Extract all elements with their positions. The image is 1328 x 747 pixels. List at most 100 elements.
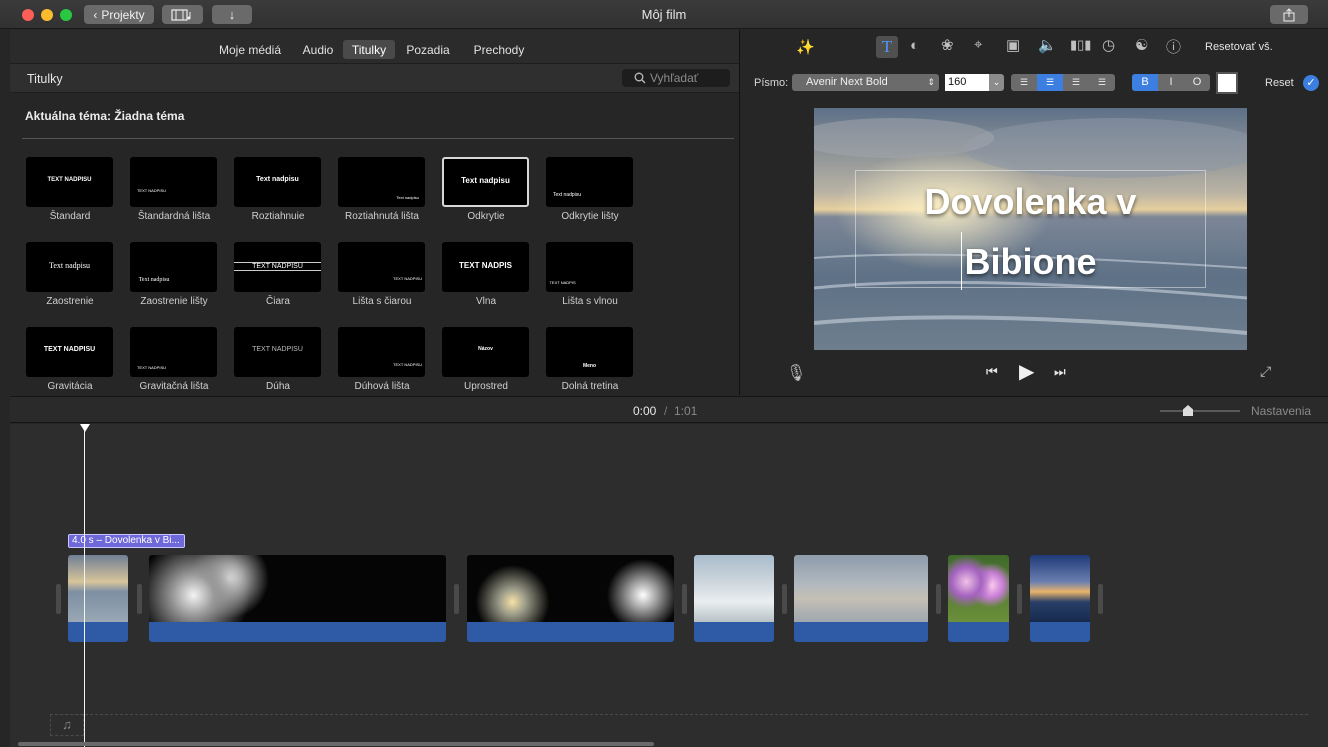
- music-track[interactable]: [50, 714, 1308, 715]
- video-clip[interactable]: [68, 555, 128, 642]
- title-label: Odkrytie: [467, 211, 505, 222]
- play-icon[interactable]: ▶: [1019, 359, 1034, 384]
- clip-gap: [1098, 584, 1103, 614]
- video-clip[interactable]: [948, 555, 1009, 642]
- title-label: Vlna: [475, 296, 496, 307]
- clip-thumbnail: [948, 555, 1009, 622]
- title-text-line1[interactable]: Dovolenka v: [814, 181, 1247, 223]
- zoom-slider-thumb[interactable]: [1183, 405, 1193, 416]
- title-thumbnail[interactable]: TEXT NADPIS: [442, 242, 529, 292]
- title-preview-text: TEXT NADPIS: [549, 280, 576, 285]
- horizontal-scrollbar[interactable]: [18, 742, 654, 746]
- video-clip[interactable]: [467, 555, 674, 642]
- title-preview-text: Text nadpisu: [461, 176, 510, 186]
- title-thumbnail[interactable]: Názov: [442, 327, 529, 377]
- skip-forward-icon[interactable]: ⏭: [1054, 364, 1066, 380]
- title-label: Roztiahnuie: [251, 211, 305, 222]
- title-bar: ‹ Projekty ↓ Môj film: [0, 0, 1328, 29]
- title-preview-text: TEXT NADPISU: [234, 262, 321, 271]
- outline-button[interactable]: O: [1184, 74, 1210, 91]
- title-thumbnail[interactable]: TEXT NADPISU: [338, 327, 425, 377]
- align-left-icon[interactable]: ☰: [1011, 74, 1037, 91]
- reset-all-button[interactable]: Resetovať vš.: [1205, 41, 1273, 53]
- clip-thumbnail: [1030, 555, 1090, 622]
- title-preview-text: TEXT NADPIS: [459, 261, 512, 270]
- title-text-icon[interactable]: T: [876, 36, 898, 58]
- font-family-select[interactable]: Avenir Next Bold ⇕: [792, 74, 939, 91]
- microphone-icon[interactable]: 🎙: [786, 363, 806, 383]
- clip-thumbnail: [694, 555, 774, 622]
- audio-waveform: [467, 622, 674, 642]
- title-label: Čiara: [266, 296, 290, 307]
- style-group: B I O: [1132, 74, 1210, 91]
- title-thumbnail[interactable]: TEXT NADPISU: [338, 242, 425, 292]
- title-label: Štandard: [49, 211, 91, 222]
- title-preview-text: Text nadpisu: [396, 195, 419, 200]
- viewer-panel: ✨ T ◐ ❀ ⌖ ▣ 🔈 ▮▯▮ ◷ ☯ ⓘ Resetovať vš. Pí…: [740, 30, 1328, 395]
- title-thumbnail[interactable]: Text nadpisu: [442, 157, 529, 207]
- title-thumbnail[interactable]: Text nadpisu: [130, 242, 217, 292]
- playhead-handle[interactable]: [80, 424, 90, 432]
- speed-gauge-icon[interactable]: ◷: [1102, 36, 1115, 54]
- reset-button[interactable]: Reset: [1265, 77, 1294, 89]
- apply-checkmark-icon[interactable]: ✓: [1303, 75, 1319, 91]
- title-thumbnail[interactable]: Text nadpisu: [26, 242, 113, 292]
- title-label: Roztiahnutá lišta: [345, 211, 419, 222]
- align-right-icon[interactable]: ☰: [1063, 74, 1089, 91]
- filter-overlap-icon[interactable]: ☯: [1135, 36, 1148, 54]
- video-clip[interactable]: [149, 555, 446, 642]
- video-clip[interactable]: [794, 555, 928, 642]
- alignment-group: ☰ ☰ ☰ ☰: [1011, 74, 1115, 91]
- title-thumbnail[interactable]: TEXT NADPISU: [26, 157, 113, 207]
- title-label: Lišta s vlnou: [562, 296, 618, 307]
- skip-back-icon[interactable]: ⏮: [986, 364, 998, 380]
- title-clip[interactable]: 4.0 s – Dovolenka v Bi...: [68, 534, 185, 548]
- video-clip[interactable]: [694, 555, 774, 642]
- title-text-line2[interactable]: Bibione: [814, 241, 1247, 283]
- title-thumbnail[interactable]: TEXT NADPISU: [130, 327, 217, 377]
- color-balance-icon[interactable]: ◐: [910, 37, 919, 54]
- text-cursor: [961, 232, 962, 290]
- crop-icon[interactable]: ⌖: [974, 36, 982, 53]
- clip-gap: [936, 584, 941, 614]
- title-thumbnail[interactable]: Meno: [546, 327, 633, 377]
- video-clip[interactable]: [1030, 555, 1090, 642]
- title-thumbnail[interactable]: TEXT NADPIS: [546, 242, 633, 292]
- info-icon[interactable]: ⓘ: [1166, 36, 1181, 57]
- title-preview-text: TEXT NADPISU: [47, 177, 92, 183]
- video-preview[interactable]: Dovolenka v Bibione: [814, 108, 1247, 350]
- palette-icon[interactable]: ❀: [941, 36, 954, 54]
- equalizer-icon[interactable]: ▮▯▮: [1070, 37, 1091, 53]
- bold-button[interactable]: B: [1132, 74, 1158, 91]
- playhead-line[interactable]: [84, 430, 85, 747]
- title-thumbnail[interactable]: TEXT NADPISU: [130, 157, 217, 207]
- title-thumbnail[interactable]: Text nadpisu: [546, 157, 633, 207]
- align-center-icon[interactable]: ☰: [1037, 74, 1063, 91]
- share-button[interactable]: [1270, 5, 1308, 24]
- title-label: Zaostrenie: [46, 296, 94, 307]
- zoom-slider-track[interactable]: [1160, 410, 1240, 412]
- settings-button[interactable]: Nastavenia: [1251, 404, 1311, 418]
- title-label: Dolná tretina: [561, 381, 619, 392]
- browser-panel: Moje médiá Audio Titulky Pozadia Prechod…: [10, 30, 739, 395]
- title-thumbnail[interactable]: Text nadpisu: [234, 157, 321, 207]
- timeline[interactable]: 4.0 s – Dovolenka v Bi... ♫: [10, 424, 1328, 747]
- volume-icon[interactable]: 🔈: [1038, 36, 1057, 54]
- justify-icon[interactable]: ☰: [1089, 74, 1115, 91]
- fullscreen-expand-icon[interactable]: ⤢: [1260, 363, 1271, 380]
- time-bar: 0:00 / 1:01 Nastavenia: [10, 396, 1328, 423]
- magic-wand-icon[interactable]: ✨: [796, 38, 815, 56]
- title-thumbnail[interactable]: TEXT NADPISU: [234, 327, 321, 377]
- title-thumbnail[interactable]: TEXT NADPISU: [234, 242, 321, 292]
- text-color-swatch[interactable]: [1216, 72, 1238, 94]
- title-label: Uprostred: [464, 381, 508, 392]
- font-size-dropdown[interactable]: ⌄: [989, 74, 1004, 91]
- music-note-icon: ♫: [50, 714, 84, 736]
- title-thumbnail[interactable]: Text nadpisu: [338, 157, 425, 207]
- title-preview-text: Text nadpisu: [256, 176, 299, 183]
- italic-button[interactable]: I: [1158, 74, 1184, 91]
- title-label: Odkrytie lišty: [561, 211, 619, 222]
- stabilization-camera-icon[interactable]: ▣: [1006, 36, 1020, 54]
- title-thumbnail[interactable]: TEXT NADPISU: [26, 327, 113, 377]
- font-size-input[interactable]: 160: [945, 74, 989, 91]
